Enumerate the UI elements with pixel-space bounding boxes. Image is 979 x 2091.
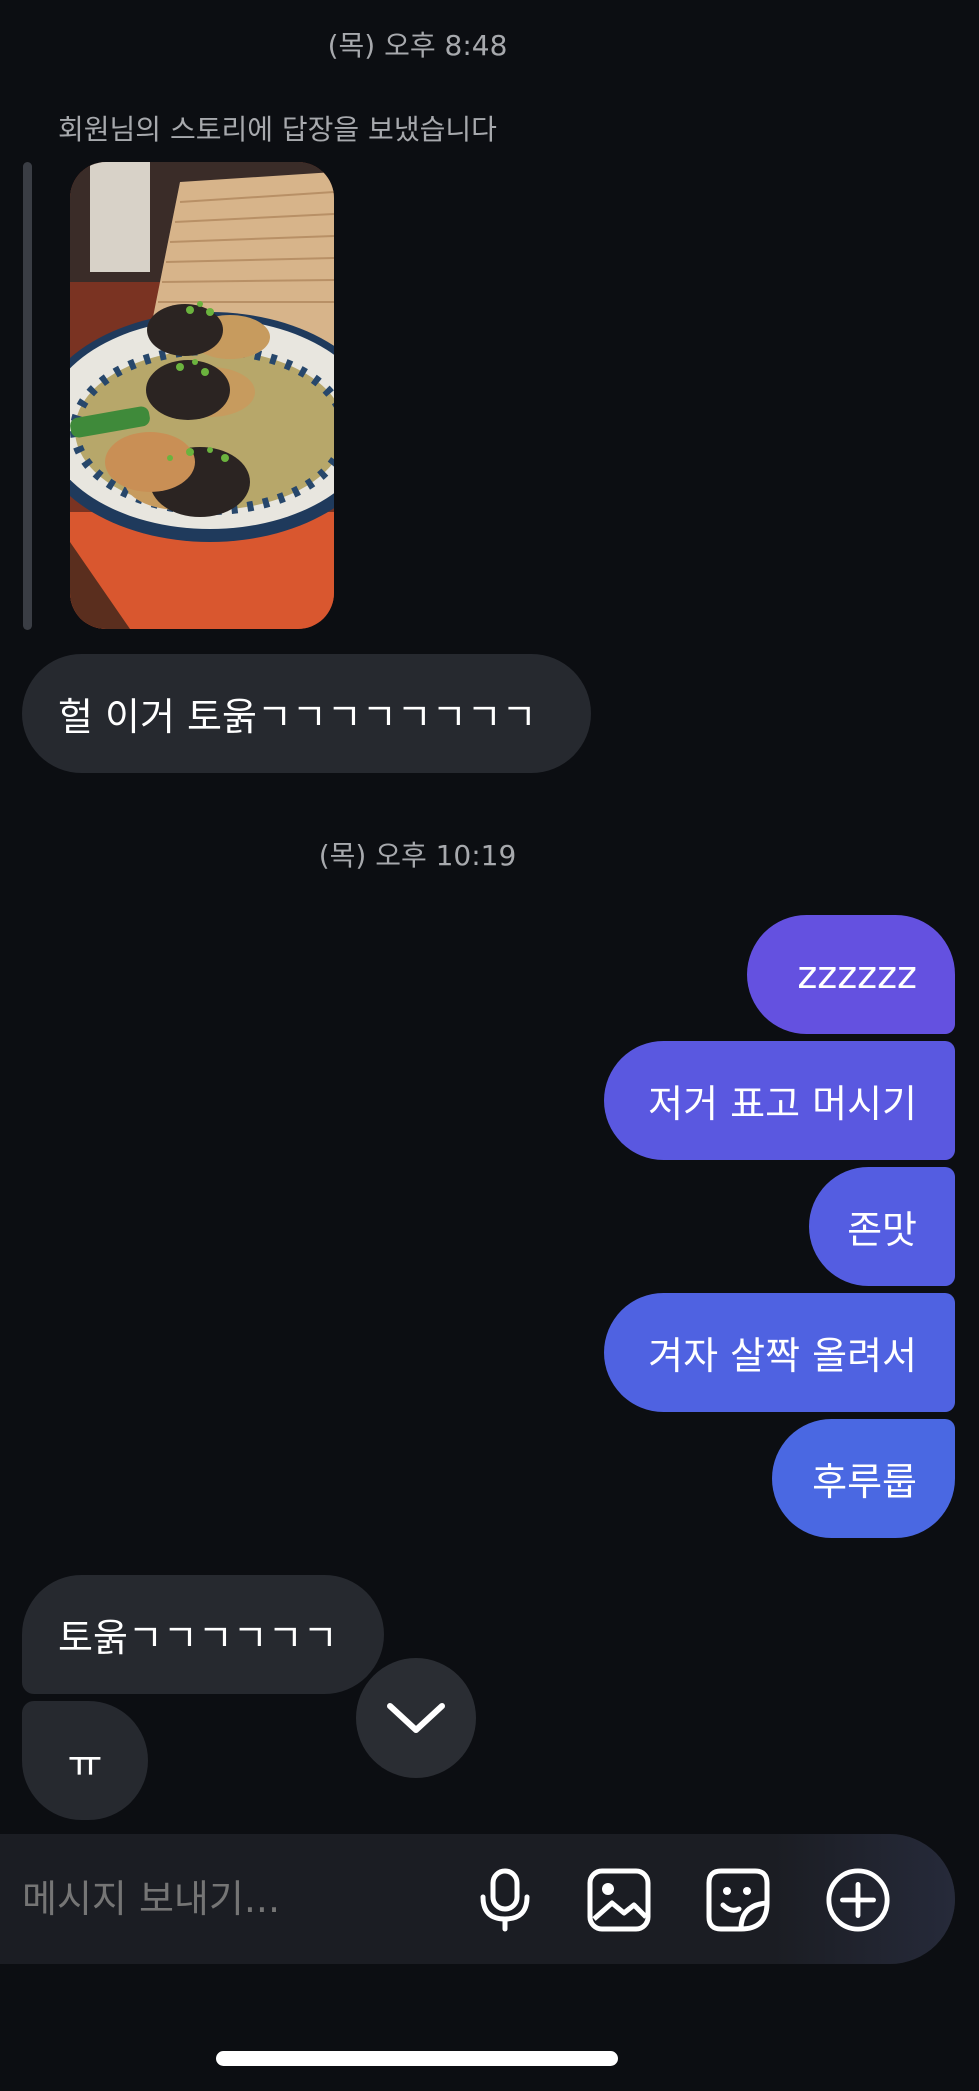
- microphone-icon: [480, 1868, 530, 1932]
- story-food-photo: [70, 162, 334, 629]
- outgoing-message[interactable]: 후루룹: [772, 1419, 955, 1538]
- outgoing-message[interactable]: 저거 표고 머시기: [604, 1041, 955, 1160]
- timestamp: (목) 오후 10:19: [318, 839, 517, 872]
- message-input[interactable]: [22, 1834, 442, 1964]
- outgoing-message[interactable]: zzzzzz: [747, 915, 955, 1034]
- message-composer: [0, 1834, 955, 1964]
- timestamp: (목) 오후 8:48: [327, 29, 508, 62]
- message-text: 토욹ㄱㄱㄱㄱㄱㄱ: [58, 1616, 338, 1660]
- incoming-message[interactable]: ㅠ: [22, 1701, 148, 1820]
- story-reply-indicator: [23, 162, 32, 630]
- scroll-to-bottom-button[interactable]: [356, 1658, 476, 1778]
- message-text: 헐 이거 토욹ㄱㄱㄱㄱㄱㄱㄱㄱ: [58, 695, 537, 739]
- outgoing-message[interactable]: 겨자 살짝 올려서: [604, 1293, 955, 1412]
- add-button[interactable]: [825, 1867, 891, 1933]
- home-indicator[interactable]: [216, 2051, 618, 2066]
- message-text: 후루룹: [812, 1460, 917, 1504]
- incoming-message[interactable]: 헐 이거 토욹ㄱㄱㄱㄱㄱㄱㄱㄱ: [22, 654, 591, 773]
- message-text: 저거 표고 머시기: [648, 1082, 917, 1126]
- story-reply-note: 회원님의 스토리에 답장을 보냈습니다: [58, 113, 497, 146]
- incoming-message[interactable]: 토욹ㄱㄱㄱㄱㄱㄱ: [22, 1575, 384, 1694]
- sticker-button[interactable]: [705, 1867, 771, 1933]
- sticker-icon: [706, 1868, 770, 1932]
- chevron-down-icon: [387, 1703, 445, 1733]
- plus-circle-icon: [826, 1868, 890, 1932]
- message-text: ㅠ: [67, 1742, 103, 1786]
- outgoing-message[interactable]: 존맛: [809, 1167, 955, 1286]
- gallery-button[interactable]: [586, 1867, 652, 1933]
- story-thumbnail[interactable]: [70, 162, 334, 629]
- message-text: zzzzzz: [797, 952, 917, 997]
- microphone-button[interactable]: [472, 1867, 538, 1933]
- message-text: 존맛: [847, 1208, 917, 1252]
- message-text: 겨자 살짝 올려서: [648, 1334, 917, 1378]
- image-icon: [587, 1868, 651, 1932]
